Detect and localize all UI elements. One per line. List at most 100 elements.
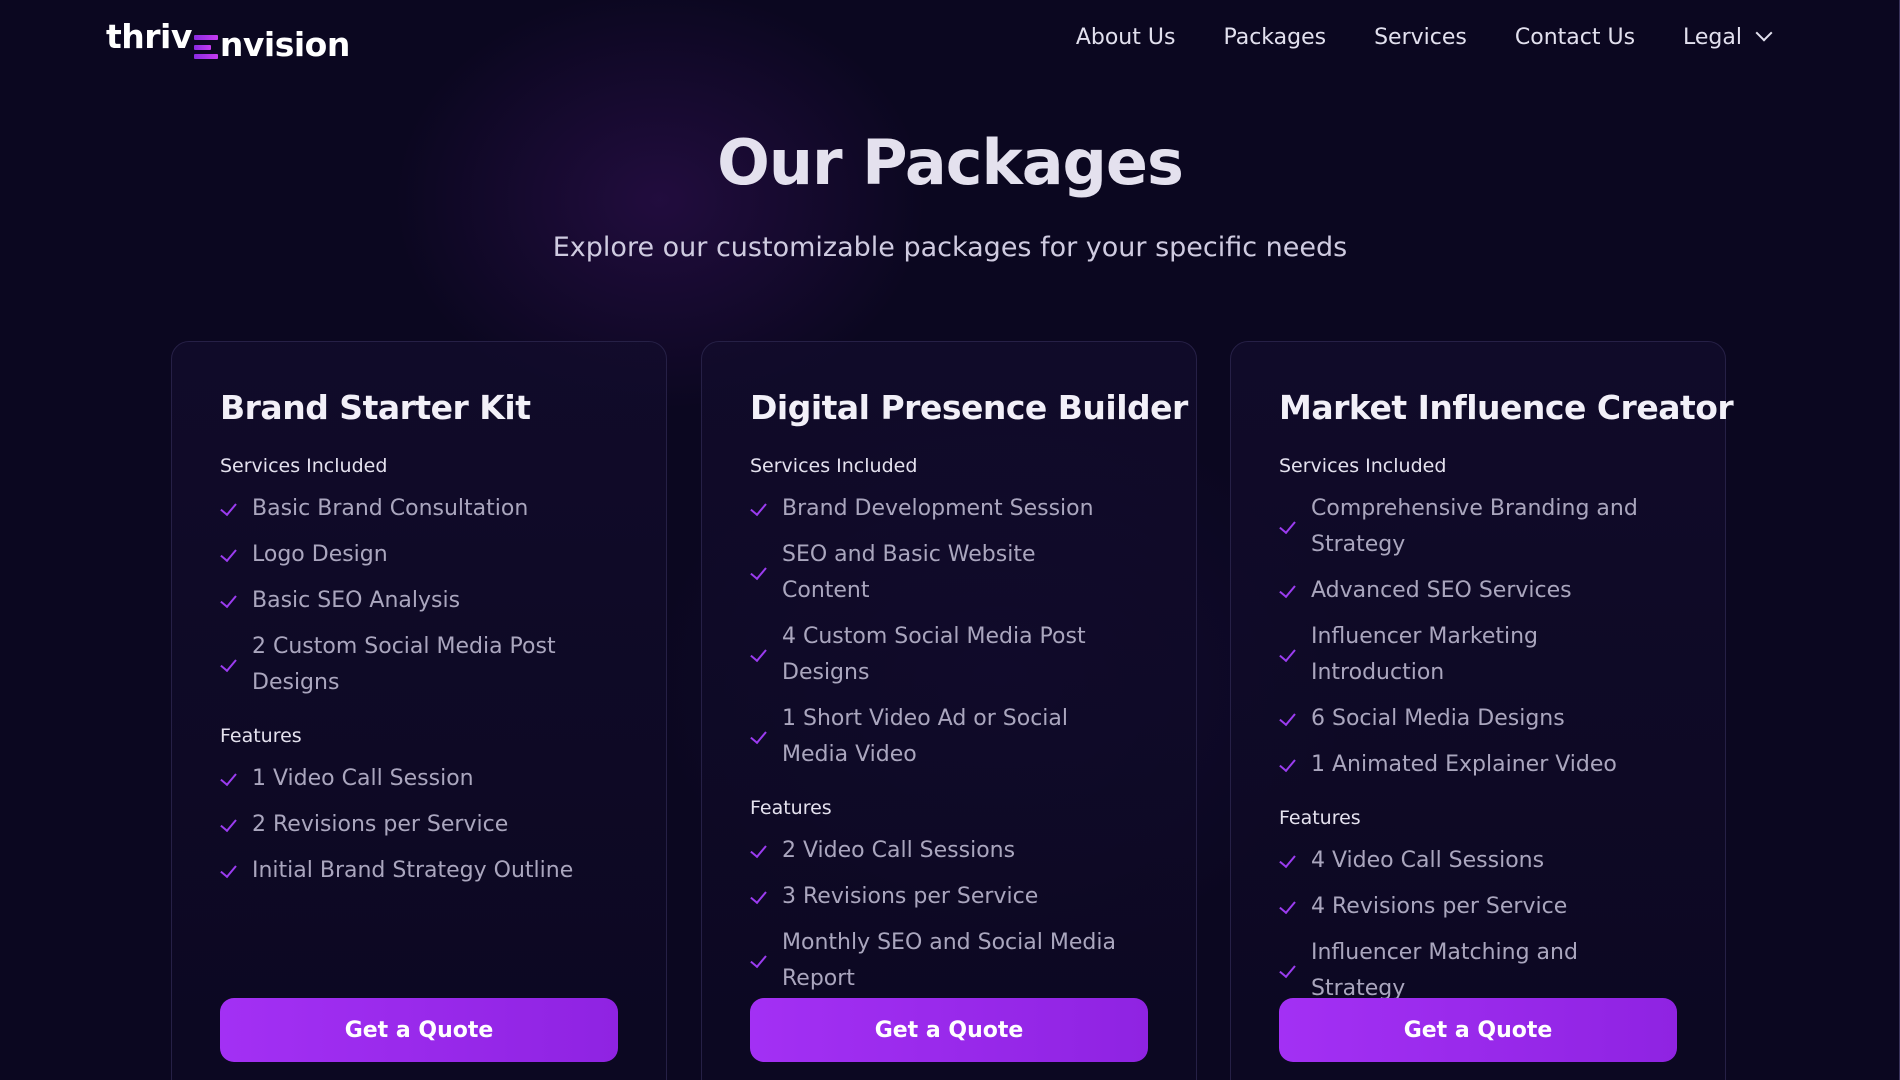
list-item-text: Influencer Matching and Strategy — [1311, 940, 1578, 1001]
features-list: 1 Video Call Session 2 Revisions per Ser… — [220, 761, 618, 889]
list-item: Initial Brand Strategy Outline — [220, 853, 618, 889]
list-item-text: 1 Video Call Session — [252, 766, 474, 791]
services-label: Services Included — [750, 455, 918, 477]
check-icon — [1279, 519, 1297, 535]
list-item-text: 4 Video Call Sessions — [1311, 848, 1545, 873]
list-item-text: Advanced SEO Services — [1311, 578, 1572, 603]
check-icon — [220, 501, 238, 517]
check-icon — [750, 953, 768, 969]
check-icon — [1279, 583, 1297, 599]
package-title: Brand Starter Kit — [220, 388, 531, 427]
check-icon — [750, 501, 768, 517]
list-item: 3 Revisions per Service — [750, 879, 1148, 915]
logo-text-left: thriv — [106, 17, 192, 56]
nav-link-about-us[interactable]: About Us — [1076, 25, 1176, 50]
package-title: Market Influence Creator — [1279, 388, 1734, 427]
brand-logo[interactable]: thriv nvision — [106, 14, 350, 64]
check-icon — [220, 771, 238, 787]
list-item: Basic SEO Analysis — [220, 583, 618, 619]
list-item-text: Initial Brand Strategy Outline — [252, 858, 574, 883]
list-item-text: 6 Social Media Designs — [1311, 706, 1565, 731]
get-a-quote-button[interactable]: Get a Quote — [220, 998, 618, 1062]
list-item: 1 Video Call Session — [220, 761, 618, 797]
list-item: Brand Development Session — [750, 491, 1148, 527]
nav-link-contact-us[interactable]: Contact Us — [1515, 25, 1635, 50]
list-item-text: 2 Revisions per Service — [252, 812, 509, 837]
check-icon — [1279, 647, 1297, 663]
list-item-text: 1 Short Video Ad or Social Media Video — [782, 706, 1068, 767]
package-title: Digital Presence Builder — [750, 388, 1188, 427]
chevron-down-icon — [1755, 24, 1773, 42]
list-item-text: Comprehensive Branding and Strategy — [1311, 496, 1638, 557]
nav-link-services[interactable]: Services — [1374, 25, 1467, 50]
list-item: 2 Custom Social Media Post Designs — [220, 629, 618, 701]
check-icon — [1279, 899, 1297, 915]
get-a-quote-button[interactable]: Get a Quote — [1279, 998, 1677, 1062]
check-icon — [750, 889, 768, 905]
check-icon — [220, 863, 238, 879]
list-item: SEO and Basic Website Content — [750, 537, 1148, 609]
list-item-text: 3 Revisions per Service — [782, 884, 1039, 909]
nav-link-legal-label: Legal — [1683, 24, 1742, 50]
services-label: Services Included — [1279, 455, 1447, 477]
check-icon — [1279, 963, 1297, 979]
check-icon — [1279, 853, 1297, 869]
check-icon — [750, 565, 768, 581]
package-card-digital-presence-builder: Digital Presence Builder Services Includ… — [701, 341, 1197, 1080]
check-icon — [220, 547, 238, 563]
check-icon — [1279, 757, 1297, 773]
list-item: Logo Design — [220, 537, 618, 573]
services-list: Basic Brand Consultation Logo Design Bas… — [220, 491, 618, 701]
top-nav: thriv nvision About Us Packages Services… — [0, 0, 1900, 76]
nav-links: About Us Packages Services Contact Us Le… — [1076, 20, 1773, 54]
features-list: 4 Video Call Sessions 4 Revisions per Se… — [1279, 843, 1677, 1007]
check-icon — [220, 657, 238, 673]
check-icon — [750, 843, 768, 859]
list-item: 4 Revisions per Service — [1279, 889, 1677, 925]
list-item: Basic Brand Consultation — [220, 491, 618, 527]
list-item-text: 4 Revisions per Service — [1311, 894, 1568, 919]
list-item-text: SEO and Basic Website Content — [782, 542, 1036, 603]
list-item-text: 1 Animated Explainer Video — [1311, 752, 1617, 777]
list-item: Comprehensive Branding and Strategy — [1279, 491, 1677, 563]
list-item: Monthly SEO and Social Media Report — [750, 925, 1148, 997]
list-item: 6 Social Media Designs — [1279, 701, 1677, 737]
check-icon — [750, 729, 768, 745]
package-card-market-influence-creator: Market Influence Creator Services Includ… — [1230, 341, 1734, 1080]
package-card-brand-starter-kit: Brand Starter Kit Services Included Basi… — [171, 341, 667, 1080]
features-list: 2 Video Call Sessions 3 Revisions per Se… — [750, 833, 1148, 997]
get-a-quote-button[interactable]: Get a Quote — [750, 998, 1148, 1062]
list-item-text: 2 Custom Social Media Post Designs — [252, 634, 556, 695]
features-label: Features — [220, 725, 302, 747]
list-item: Advanced SEO Services — [1279, 573, 1677, 609]
list-item: Influencer Matching and Strategy — [1279, 935, 1677, 1007]
check-icon — [1279, 711, 1297, 727]
services-list: Brand Development Session SEO and Basic … — [750, 491, 1148, 773]
nav-link-packages[interactable]: Packages — [1223, 25, 1326, 50]
list-item: 4 Video Call Sessions — [1279, 843, 1677, 879]
list-item-text: Basic SEO Analysis — [252, 588, 461, 613]
check-icon — [750, 647, 768, 663]
list-item-text: Monthly SEO and Social Media Report — [782, 930, 1116, 991]
services-list: Comprehensive Branding and Strategy Adva… — [1279, 491, 1677, 783]
logo-e-mark-icon — [193, 35, 218, 59]
logo-text-right: nvision — [219, 25, 350, 64]
check-icon — [220, 817, 238, 833]
list-item: 1 Short Video Ad or Social Media Video — [750, 701, 1148, 773]
list-item: 2 Video Call Sessions — [750, 833, 1148, 869]
list-item: Influencer Marketing Introduction — [1279, 619, 1677, 691]
list-item: 2 Revisions per Service — [220, 807, 618, 843]
page-subtitle: Explore our customizable packages for yo… — [552, 232, 1348, 263]
list-item-text: Basic Brand Consultation — [252, 496, 529, 521]
features-label: Features — [750, 797, 832, 819]
list-item-text: Influencer Marketing Introduction — [1311, 624, 1539, 685]
list-item-text: Brand Development Session — [782, 496, 1094, 521]
page-title: Our Packages — [717, 126, 1184, 199]
features-label: Features — [1279, 807, 1361, 829]
nav-dropdown-legal[interactable]: Legal — [1683, 24, 1773, 50]
services-label: Services Included — [220, 455, 388, 477]
list-item-text: 2 Video Call Sessions — [782, 838, 1016, 863]
check-icon — [220, 593, 238, 609]
list-item: 1 Animated Explainer Video — [1279, 747, 1677, 783]
list-item-text: 4 Custom Social Media Post Designs — [782, 624, 1086, 685]
